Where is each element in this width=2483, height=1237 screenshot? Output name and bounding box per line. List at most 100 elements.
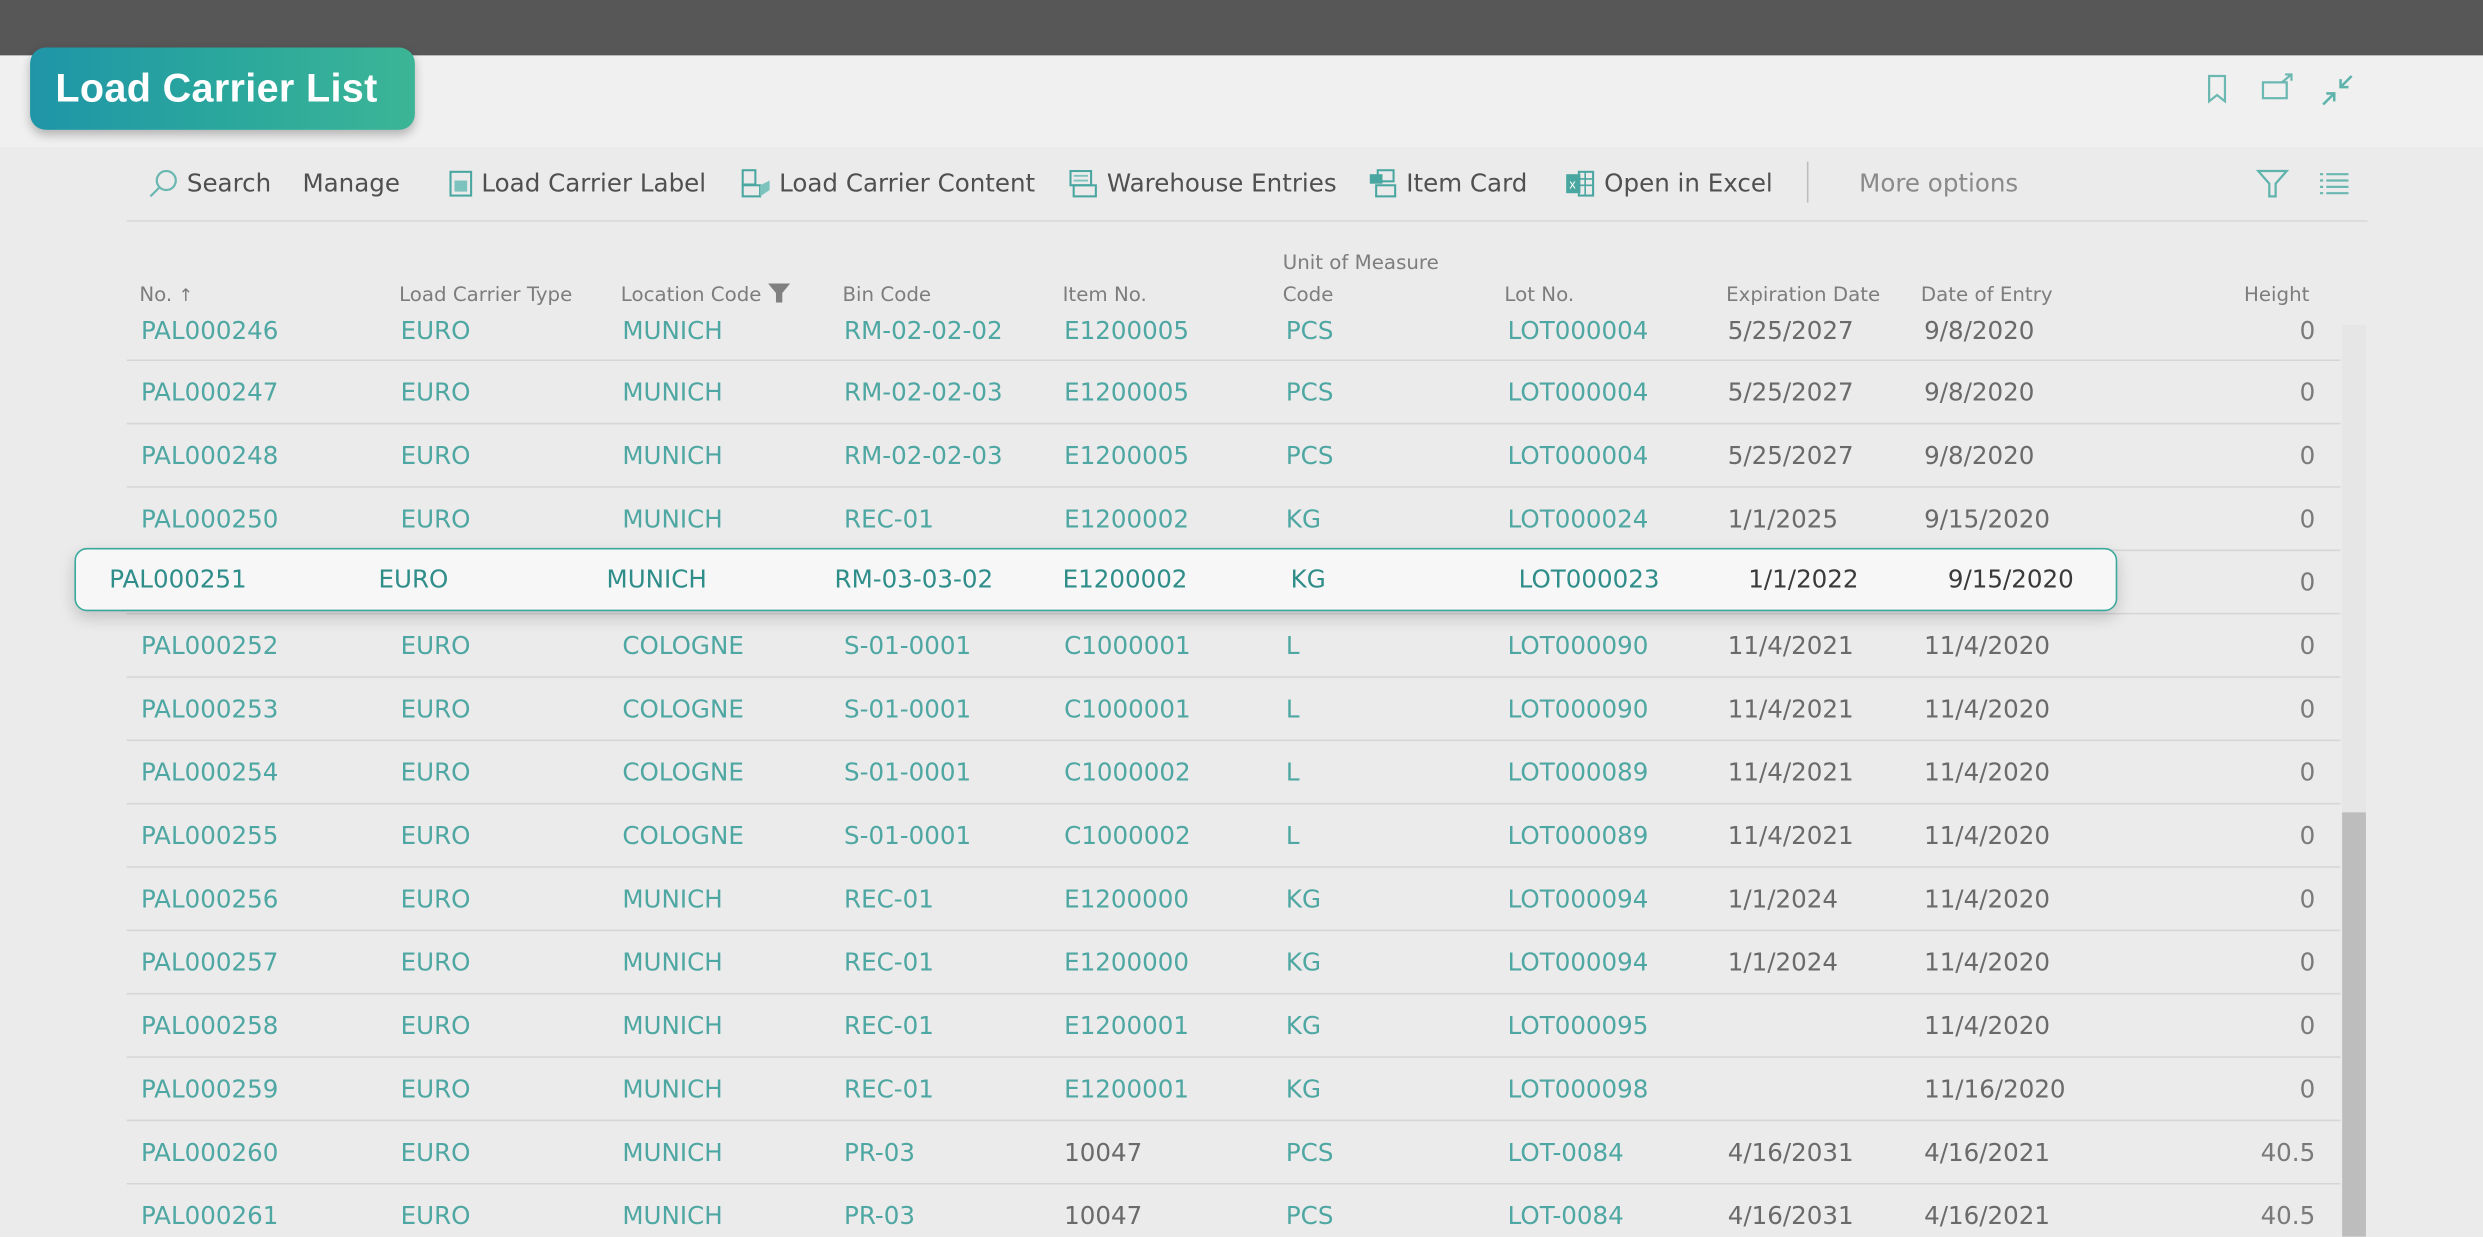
table-row[interactable]: PAL000252 EURO COLOGNE S-01-0001 C1000001 L LO…	[126, 614, 2341, 678]
cell-item-no[interactable]: C1000001	[1064, 614, 1190, 676]
cell-item-no[interactable]: 10047	[1064, 1121, 1142, 1183]
cell-bin-code[interactable]: RM-02-02-02	[844, 301, 1003, 360]
cell-location-code[interactable]: COLOGNE	[622, 678, 743, 740]
table-row[interactable]: PAL000256 EURO MUNICH REC-01 E1200000 KG LOT00…	[126, 868, 2341, 932]
cell-load-carrier-type[interactable]: EURO	[378, 550, 448, 610]
cell-bin-code[interactable]: REC-01	[844, 488, 934, 550]
cell-no[interactable]: PAL000257	[141, 931, 278, 993]
cell-no[interactable]: PAL000260	[141, 1121, 278, 1183]
cell-item-no[interactable]: E1200001	[1064, 1058, 1189, 1120]
cell-location-code[interactable]: MUNICH	[622, 424, 722, 486]
cell-uom[interactable]: PCS	[1286, 301, 1334, 360]
load-carrier-label-button[interactable]: Load Carrier Label	[448, 166, 706, 201]
cell-item-no[interactable]: C1000001	[1064, 678, 1190, 740]
cell-load-carrier-type[interactable]: EURO	[401, 1058, 471, 1120]
cell-bin-code[interactable]: REC-01	[844, 931, 934, 993]
bookmark-icon[interactable]	[2203, 73, 2235, 105]
cell-uom[interactable]: KG	[1286, 1058, 1321, 1120]
cell-location-code[interactable]: COLOGNE	[622, 804, 743, 866]
warehouse-entries-button[interactable]: Warehouse Entries	[1067, 166, 1337, 201]
cell-location-code[interactable]: MUNICH	[622, 301, 722, 360]
cell-load-carrier-type[interactable]: EURO	[401, 614, 471, 676]
cell-item-no[interactable]: C1000002	[1064, 741, 1190, 803]
table-row[interactable]: PAL000247 EURO MUNICH RM-02-02-03 E1200005 PC…	[126, 361, 2341, 425]
cell-item-no[interactable]: E1200001	[1064, 995, 1189, 1057]
cell-item-no[interactable]: E1200002	[1064, 488, 1189, 550]
cell-lot-no[interactable]: LOT000004	[1508, 301, 1649, 360]
cell-item-no[interactable]: 10047	[1064, 1185, 1142, 1237]
cell-lot-no[interactable]: LOT000089	[1508, 804, 1649, 866]
cell-no[interactable]: PAL000255	[141, 804, 278, 866]
cell-item-no[interactable]: E1200005	[1064, 301, 1189, 360]
cell-no[interactable]: PAL000250	[141, 488, 278, 550]
cell-load-carrier-type[interactable]: EURO	[401, 678, 471, 740]
cell-bin-code[interactable]: RM-02-02-03	[844, 424, 1003, 486]
item-card-button[interactable]: Item Card	[1367, 166, 1527, 201]
cell-location-code[interactable]: MUNICH	[622, 1058, 722, 1120]
cell-bin-code[interactable]: REC-01	[844, 995, 934, 1057]
cell-load-carrier-type[interactable]: EURO	[401, 995, 471, 1057]
cell-uom[interactable]: L	[1286, 741, 1300, 803]
cell-bin-code[interactable]: RM-03-03-02	[835, 550, 994, 610]
cell-location-code[interactable]: MUNICH	[607, 550, 707, 610]
list-view-button[interactable]	[2317, 166, 2352, 201]
scrollbar-thumb[interactable]	[2342, 812, 2366, 1237]
cell-no[interactable]: PAL000247	[141, 361, 278, 423]
cell-location-code[interactable]: MUNICH	[622, 1185, 722, 1237]
cell-bin-code[interactable]: REC-01	[844, 1058, 934, 1120]
cell-lot-no[interactable]: LOT-0084	[1508, 1185, 1624, 1237]
cell-lot-no[interactable]: LOT000004	[1508, 424, 1649, 486]
cell-load-carrier-type[interactable]: EURO	[401, 361, 471, 423]
table-row[interactable]: PAL000258 EURO MUNICH REC-01 E1200001 KG LOT00…	[126, 995, 2341, 1058]
cell-no[interactable]: PAL000253	[141, 678, 278, 740]
cell-bin-code[interactable]: REC-01	[844, 868, 934, 930]
cell-bin-code[interactable]: S-01-0001	[844, 678, 971, 740]
cell-uom[interactable]: KG	[1286, 868, 1321, 930]
cell-item-no[interactable]: E1200005	[1064, 424, 1189, 486]
cell-location-code[interactable]: MUNICH	[622, 361, 722, 423]
cell-location-code[interactable]: COLOGNE	[622, 614, 743, 676]
cell-bin-code[interactable]: S-01-0001	[844, 741, 971, 803]
cell-lot-no[interactable]: LOT000090	[1508, 614, 1649, 676]
cell-no[interactable]: PAL000254	[141, 741, 278, 803]
cell-item-no[interactable]: E1200002	[1063, 550, 1188, 610]
load-carrier-content-button[interactable]: Load Carrier Content	[740, 166, 1035, 201]
cell-bin-code[interactable]: S-01-0001	[844, 614, 971, 676]
open-new-window-icon[interactable]	[2260, 73, 2293, 105]
cell-uom[interactable]: PCS	[1286, 424, 1334, 486]
cell-uom[interactable]: KG	[1286, 995, 1321, 1057]
cell-no[interactable]: PAL000261	[141, 1185, 278, 1237]
cell-no[interactable]: PAL000246	[141, 301, 278, 360]
cell-no[interactable]: PAL000256	[141, 868, 278, 930]
cell-no[interactable]: PAL000251	[109, 550, 246, 610]
filter-button[interactable]	[2255, 166, 2290, 201]
cell-load-carrier-type[interactable]: EURO	[401, 1121, 471, 1183]
collapse-icon[interactable]	[2320, 73, 2353, 106]
more-options-button[interactable]: More options	[1859, 166, 2018, 201]
cell-uom[interactable]: L	[1286, 614, 1300, 676]
cell-bin-code[interactable]: PR-03	[844, 1185, 915, 1237]
cell-lot-no[interactable]: LOT-0084	[1508, 1121, 1624, 1183]
cell-lot-no[interactable]: LOT000023	[1519, 550, 1660, 610]
cell-uom[interactable]: KG	[1286, 931, 1321, 993]
cell-item-no[interactable]: C1000002	[1064, 804, 1190, 866]
cell-location-code[interactable]: MUNICH	[622, 931, 722, 993]
cell-no[interactable]: PAL000248	[141, 424, 278, 486]
cell-load-carrier-type[interactable]: EURO	[401, 488, 471, 550]
cell-no[interactable]: PAL000259	[141, 1058, 278, 1120]
cell-uom[interactable]: PCS	[1286, 361, 1334, 423]
cell-load-carrier-type[interactable]: EURO	[401, 741, 471, 803]
cell-load-carrier-type[interactable]: EURO	[401, 424, 471, 486]
cell-lot-no[interactable]: LOT000089	[1508, 741, 1649, 803]
cell-uom[interactable]: PCS	[1286, 1121, 1334, 1183]
cell-lot-no[interactable]: LOT000094	[1508, 931, 1649, 993]
cell-no[interactable]: PAL000258	[141, 995, 278, 1057]
table-row[interactable]: PAL000261 EURO MUNICH PR-03 10047 PCS LOT-0084…	[127, 1185, 2341, 1237]
table-row[interactable]: PAL000254 EURO COLOGNE S-01-0001 C1000002 L LO…	[126, 741, 2341, 805]
cell-bin-code[interactable]: S-01-0001	[844, 804, 971, 866]
cell-location-code[interactable]: MUNICH	[622, 1121, 722, 1183]
cell-location-code[interactable]: COLOGNE	[622, 741, 743, 803]
cell-uom[interactable]: PCS	[1286, 1185, 1334, 1237]
search-button[interactable]: Search	[147, 166, 271, 201]
cell-bin-code[interactable]: PR-03	[844, 1121, 915, 1183]
